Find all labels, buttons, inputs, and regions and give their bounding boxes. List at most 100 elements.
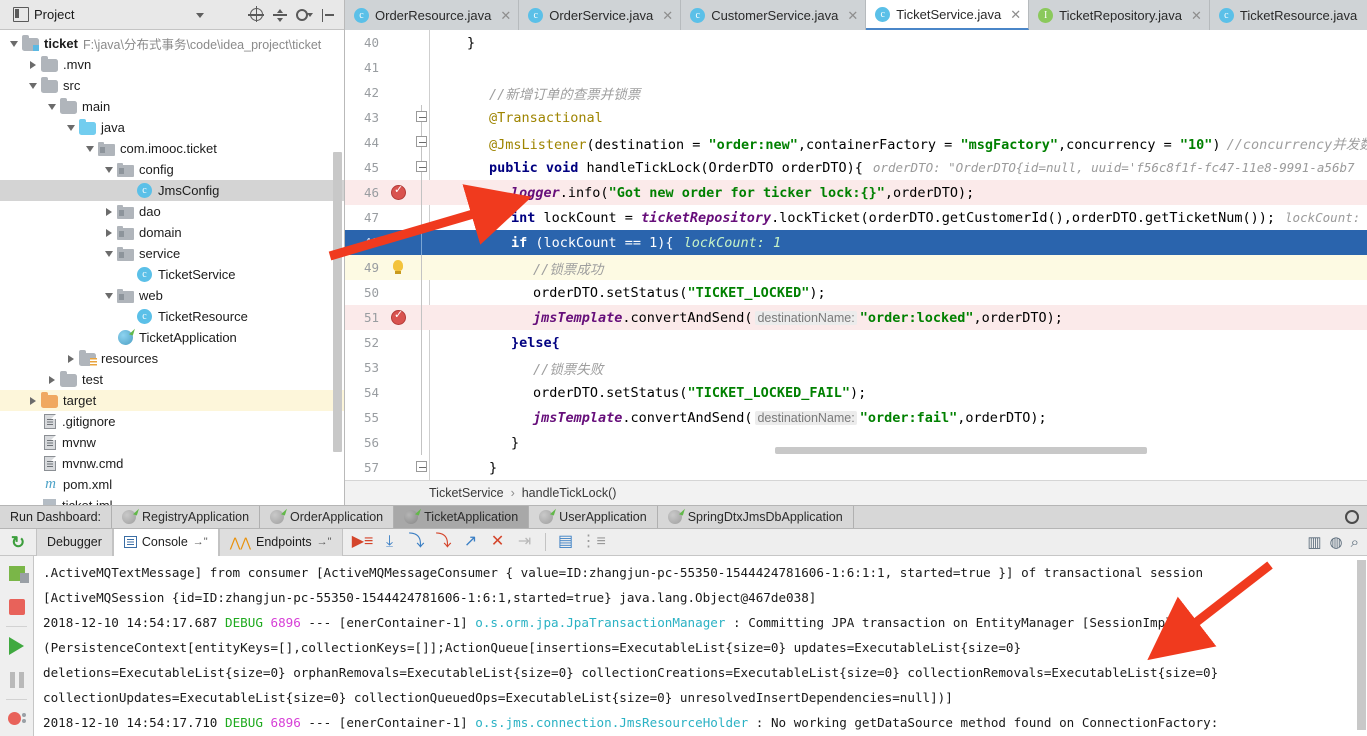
fold-region[interactable] — [415, 80, 429, 105]
fold-region[interactable] — [415, 30, 429, 55]
editor-tab-orderresource[interactable]: c OrderResource.java ✕ — [345, 0, 520, 30]
chevron-right-icon[interactable] — [101, 207, 117, 216]
show-execution-point-icon[interactable]: ▶≡ — [351, 531, 375, 553]
stop-icon[interactable] — [0, 590, 33, 624]
tree-node-ticketapplication[interactable]: TicketApplication — [0, 327, 344, 348]
breadcrumb-method[interactable]: handleTickLock() — [522, 486, 617, 500]
view-breakpoints-icon[interactable] — [0, 702, 33, 736]
tab-debugger[interactable]: Debugger — [36, 528, 113, 556]
chevron-down-icon[interactable] — [44, 103, 60, 110]
fold-region[interactable] — [415, 330, 429, 355]
tree-node-java[interactable]: java — [0, 117, 344, 138]
tree-node-mvnw[interactable]: mvnw — [0, 432, 344, 453]
tree-node-ticketservice[interactable]: c TicketService — [0, 264, 344, 285]
editor-tab-orderservice[interactable]: c OrderService.java ✕ — [519, 0, 682, 30]
code-editor[interactable]: 40 } 41 42 //新增订单的查票并锁票 43 @Transactiona… — [345, 30, 1367, 480]
project-tree-scrollbar[interactable] — [333, 152, 342, 452]
tree-node-ticket[interactable]: ticket F:\java\分布式事务\code\idea_project\ti… — [0, 33, 344, 54]
chevron-down-icon[interactable] — [101, 292, 117, 299]
line-marker[interactable] — [385, 305, 415, 330]
chevron-right-icon[interactable] — [63, 354, 79, 363]
tree-node-target[interactable]: target — [0, 390, 344, 411]
settings-icon[interactable]: ◍ — [1330, 533, 1343, 551]
fold-region[interactable] — [415, 305, 429, 330]
tab-endpoints[interactable]: ⋀⋀ Endpoints →" — [218, 528, 343, 556]
locate-icon[interactable] — [246, 5, 266, 25]
console-output[interactable]: .ActiveMQTextMessage] from consumer [Act… — [35, 556, 1367, 736]
tree-node-main[interactable]: main — [0, 96, 344, 117]
run-tab-registryapplication[interactable]: RegistryApplication — [112, 506, 261, 528]
close-icon[interactable]: ✕ — [1010, 8, 1021, 21]
search-icon[interactable]: ⌕ — [1351, 534, 1359, 551]
force-step-into-icon[interactable]: ⤵ — [432, 531, 456, 553]
tab-console[interactable]: Console →" — [112, 528, 219, 556]
pin-icon[interactable]: →" — [193, 536, 208, 548]
line-marker[interactable] — [385, 405, 415, 430]
tree-node-dao[interactable]: dao — [0, 201, 344, 222]
tree-node-test[interactable]: test — [0, 369, 344, 390]
line-marker[interactable] — [385, 155, 415, 180]
close-icon[interactable]: ✕ — [1191, 9, 1202, 22]
line-marker[interactable] — [385, 255, 415, 280]
fold-region[interactable] — [415, 280, 429, 305]
line-marker[interactable] — [385, 205, 415, 230]
line-marker[interactable] — [385, 55, 415, 80]
fold-region[interactable] — [415, 130, 429, 155]
tree-node-ticketresource[interactable]: c TicketResource — [0, 306, 344, 327]
run-tab-springdtxjmsdbapplication[interactable]: SpringDtxJmsDbApplication — [658, 506, 854, 528]
chevron-down-icon[interactable] — [196, 13, 204, 18]
line-marker[interactable] — [385, 105, 415, 130]
breadcrumb-class[interactable]: TicketService — [429, 486, 504, 500]
run-to-cursor-icon[interactable]: ⇥ — [513, 531, 537, 553]
line-marker[interactable] — [385, 80, 415, 105]
tree-node-resources[interactable]: resources — [0, 348, 344, 369]
tree-node-domain[interactable]: domain — [0, 222, 344, 243]
layout-icon[interactable]: ⋮≡ — [581, 531, 606, 553]
run-tab-ticketapplication[interactable]: TicketApplication — [394, 506, 530, 528]
run-tab-userapplication[interactable]: UserApplication — [529, 506, 658, 528]
step-into-icon[interactable]: ⤵ — [405, 531, 429, 553]
chevron-down-icon[interactable] — [82, 145, 98, 152]
intention-bulb-icon[interactable] — [393, 260, 403, 274]
fold-region[interactable] — [415, 455, 429, 480]
line-marker[interactable] — [385, 380, 415, 405]
run-tab-orderapplication[interactable]: OrderApplication — [260, 506, 395, 528]
line-marker[interactable] — [385, 430, 415, 455]
collapse-all-icon[interactable] — [270, 5, 290, 25]
chevron-right-icon[interactable] — [25, 60, 41, 69]
fold-region[interactable] — [415, 180, 429, 205]
close-icon[interactable]: ✕ — [500, 9, 511, 22]
close-icon[interactable]: ✕ — [662, 9, 673, 22]
chevron-right-icon[interactable] — [44, 375, 60, 384]
rerun-button[interactable]: ↻ — [0, 534, 36, 551]
line-marker[interactable] — [385, 130, 415, 155]
tree-node-service[interactable]: service — [0, 243, 344, 264]
chevron-right-icon[interactable] — [25, 396, 41, 405]
chevron-down-icon[interactable] — [101, 166, 117, 173]
step-out-icon[interactable]: ↗ — [459, 531, 483, 553]
evaluate-expression-icon[interactable]: ▤ — [554, 531, 578, 553]
fold-region[interactable] — [415, 105, 429, 130]
editor-horizontal-scrollbar[interactable] — [775, 447, 1147, 454]
chevron-down-icon[interactable] — [6, 40, 22, 47]
fold-region[interactable] — [415, 380, 429, 405]
editor-tab-ticketrepository[interactable]: I TicketRepository.java ✕ — [1029, 0, 1210, 30]
chevron-down-icon[interactable] — [101, 250, 117, 257]
fold-region[interactable] — [415, 230, 429, 255]
debug-settings-icon[interactable] — [0, 556, 33, 590]
console-scrollbar[interactable] — [1357, 560, 1366, 730]
tree-node-pom-xml[interactable]: m pom.xml — [0, 474, 344, 495]
tree-node-jmsconfig[interactable]: c JmsConfig — [0, 180, 344, 201]
breakpoint-icon[interactable] — [391, 183, 406, 200]
line-marker[interactable] — [385, 280, 415, 305]
pin-icon[interactable]: →" — [317, 536, 332, 548]
fold-region[interactable] — [415, 155, 429, 180]
breakpoint-icon[interactable] — [391, 308, 406, 325]
editor-tab-customerservice[interactable]: c CustomerService.java ✕ — [681, 0, 867, 30]
tree-node-src[interactable]: src — [0, 75, 344, 96]
tree-node-config[interactable]: config — [0, 159, 344, 180]
tree-node-mvnw-cmd[interactable]: mvnw.cmd — [0, 453, 344, 474]
chevron-down-icon[interactable] — [25, 82, 41, 89]
line-marker[interactable] — [385, 30, 415, 55]
tree-node--mvn[interactable]: .mvn — [0, 54, 344, 75]
